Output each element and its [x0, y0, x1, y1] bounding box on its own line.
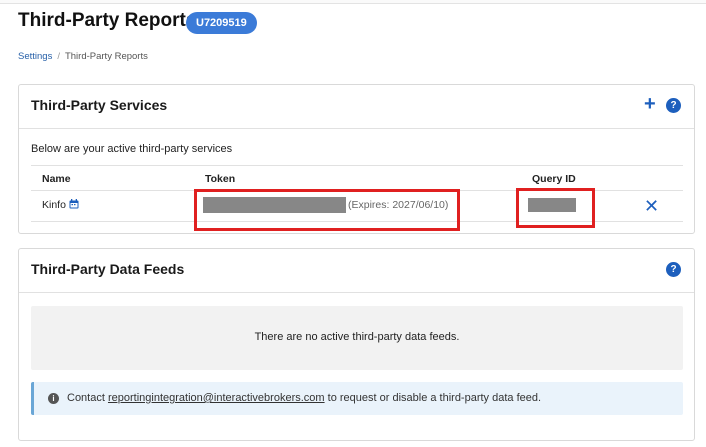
- column-header-name: Name: [42, 173, 71, 185]
- breadcrumb-current: Third-Party Reports: [64, 51, 148, 62]
- account-id-badge: U7209519: [186, 12, 257, 34]
- query-id-highlight-box: [516, 188, 595, 228]
- column-header-query-id: Query ID: [532, 173, 576, 185]
- info-suffix: to request or disable a third-party data…: [324, 392, 542, 404]
- breadcrumb-settings-link[interactable]: Settings: [18, 51, 52, 62]
- services-panel-header: Third-Party Services + ?: [19, 85, 694, 129]
- top-border: [0, 0, 706, 4]
- feeds-panel-header: Third-Party Data Feeds ?: [19, 249, 694, 293]
- feeds-empty-message: There are no active third-party data fee…: [254, 331, 460, 343]
- feeds-info-text: Contact reportingintegration@interactive…: [67, 392, 541, 404]
- feeds-info-alert: i Contact reportingintegration@interacti…: [31, 382, 683, 415]
- third-party-data-feeds-panel: Third-Party Data Feeds ? There are no ac…: [18, 248, 695, 441]
- third-party-services-panel: Third-Party Services + ? Below are your …: [18, 84, 695, 234]
- column-header-token: Token: [205, 173, 236, 185]
- breadcrumb-separator: /: [57, 51, 60, 62]
- info-icon: i: [48, 393, 59, 404]
- feeds-empty-state: There are no active third-party data fee…: [31, 306, 683, 370]
- breadcrumb: Settings / Third-Party Reports: [18, 51, 148, 62]
- calendar-icon[interactable]: [69, 199, 79, 209]
- service-name: Kinfo: [42, 199, 66, 211]
- table-row: Kinfo (Expires: 2027/06/10) ✕: [31, 188, 683, 231]
- service-name-cell: Kinfo: [42, 199, 79, 211]
- remove-service-icon[interactable]: ✕: [644, 197, 659, 215]
- plus-icon[interactable]: +: [644, 94, 656, 114]
- info-prefix: Contact: [67, 392, 108, 404]
- token-highlight-box: [194, 189, 460, 231]
- feeds-panel-title: Third-Party Data Feeds: [31, 261, 185, 277]
- help-icon[interactable]: ?: [666, 98, 681, 113]
- services-panel-title: Third-Party Services: [31, 97, 168, 113]
- page-title: Third-Party Reports: [18, 10, 197, 31]
- help-icon[interactable]: ?: [666, 262, 681, 277]
- services-intro-text: Below are your active third-party servic…: [31, 143, 233, 155]
- contact-email-link[interactable]: reportingintegration@interactivebrokers.…: [108, 392, 325, 404]
